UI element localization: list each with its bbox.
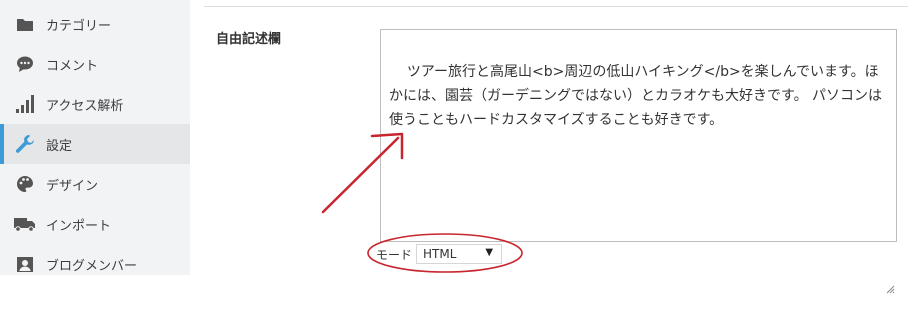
bar-chart-icon [14, 93, 36, 115]
chevron-down-icon: ▼ [485, 247, 494, 258]
wrench-icon [14, 133, 36, 155]
sidebar-item-blog-members[interactable]: ブログメンバー [0, 244, 190, 284]
textarea-content: ツアー旅行と高尾山<b>周辺の低山ハイキング</b>を楽しんでいます。ほかには、… [389, 64, 883, 128]
mode-select-value: HTML [423, 247, 457, 261]
folder-icon [14, 13, 36, 35]
sidebar: カテゴリー コメント アクセス解析 設定 デザイン インポート ブログメンバー [0, 0, 190, 275]
free-text-field-label: 自由記述欄 [216, 32, 282, 47]
sidebar-item-label: アクセス解析 [46, 98, 124, 114]
truck-icon [14, 213, 36, 235]
member-icon [14, 253, 36, 275]
settings-panel: 自由記述欄 ツアー旅行と高尾山<b>周辺の低山ハイキング</b>を楽しんでいます… [190, 0, 914, 294]
mode-label: モード [376, 247, 413, 262]
sidebar-item-label: インポート [46, 218, 112, 234]
sidebar-item-settings[interactable]: 設定 [0, 124, 190, 164]
divider [204, 6, 908, 7]
sidebar-item-label: 設定 [46, 138, 73, 154]
comment-icon [14, 53, 36, 75]
mode-select[interactable]: HTML ▼ [416, 244, 503, 264]
sidebar-item-category[interactable]: カテゴリー [0, 4, 190, 44]
sidebar-item-label: ブログメンバー [46, 258, 138, 274]
sidebar-item-design[interactable]: デザイン [0, 164, 190, 204]
resize-grip-icon[interactable] [885, 230, 895, 294]
free-text-textarea[interactable]: ツアー旅行と高尾山<b>周辺の低山ハイキング</b>を楽しんでいます。ほかには、… [380, 29, 897, 294]
sidebar-item-access-analysis[interactable]: アクセス解析 [0, 84, 190, 124]
sidebar-item-label: コメント [46, 58, 99, 74]
palette-icon [14, 173, 36, 195]
sidebar-item-comment[interactable]: コメント [0, 44, 190, 84]
sidebar-item-label: カテゴリー [46, 18, 112, 34]
sidebar-item-import[interactable]: インポート [0, 204, 190, 244]
sidebar-item-label: デザイン [46, 178, 99, 194]
mode-row: モード HTML ▼ [376, 243, 503, 265]
